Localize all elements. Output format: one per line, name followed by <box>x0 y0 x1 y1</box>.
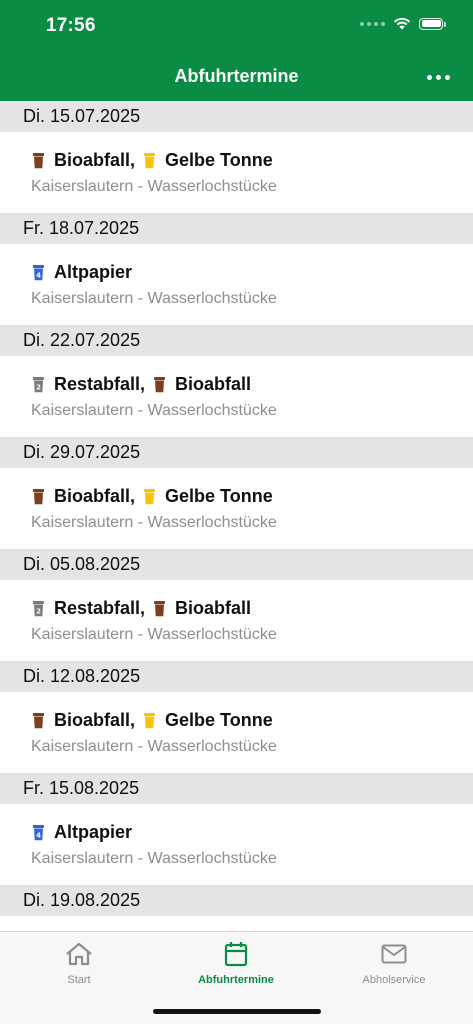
separator: , <box>130 150 136 170</box>
separator: , <box>130 486 136 506</box>
waste-types: Bioabfall, Gelbe Tonne <box>33 710 273 731</box>
app-header: 17:56 Abfuhrtermine <box>0 0 473 101</box>
waste-type-label: Bioabfall <box>54 486 131 506</box>
home-indicator <box>153 1009 321 1014</box>
gelbe-bin-icon <box>144 488 156 505</box>
waste-types: 2 Restabfall, Bioabfall <box>33 374 251 395</box>
date-header: Di. 15.07.2025 <box>0 101 473 132</box>
location-label: Kaiserslautern - Wasserlochstücke <box>31 178 277 195</box>
waste-type-label: Bioabfall <box>175 374 252 394</box>
location-label: Kaiserslautern - Wasserlochstücke <box>31 514 277 531</box>
location-label: Kaiserslautern - Wasserlochstücke <box>31 850 277 867</box>
gelbe-bin-icon <box>144 712 156 729</box>
papier-bin-icon: 4 <box>33 824 44 841</box>
waste-type-label: Altpapier <box>54 822 133 842</box>
status-time: 17:56 <box>46 15 96 36</box>
pickup-entry[interactable]: Bioabfall, Gelbe Tonne Kaiserslautern - Wa… <box>0 132 473 213</box>
wifi-icon <box>393 17 411 30</box>
cellular-signal-icon <box>360 21 385 26</box>
location-label: Kaiserslautern - Wasserlochstücke <box>31 626 277 643</box>
pickup-entry[interactable]: Bioabfall, Gelbe Tonne Kaiserslautern - Wa… <box>0 692 473 773</box>
waste-type-label: Bioabfall <box>54 150 131 170</box>
location-label: Kaiserslautern - Wasserlochstücke <box>31 738 277 755</box>
date-header: Di. 05.08.2025 <box>0 549 473 580</box>
separator: , <box>140 598 146 618</box>
date-header: Di. 22.07.2025 <box>0 325 473 356</box>
tab-abfuhrtermine[interactable]: Abfuhrtermine <box>166 940 306 986</box>
pickup-entry[interactable]: Bioabfall, Gelbe Tonne Kaiserslautern - Wa… <box>0 468 473 549</box>
pickup-entry[interactable]: 2 Restabfall, Bioabfall Kaiserslautern - Wa… <box>0 580 473 661</box>
waste-type-label: Gelbe Tonne <box>165 486 273 506</box>
waste-type-label: Bioabfall <box>54 710 131 730</box>
mail-icon <box>324 940 464 968</box>
date-header: Fr. 18.07.2025 <box>0 213 473 244</box>
pickup-entry[interactable]: 4 Altpapier Kaiserslautern - Wasserlochstü… <box>0 244 473 325</box>
pickup-entry[interactable]: 4 Altpapier Kaiserslautern - Wasserlochstü… <box>0 804 473 885</box>
waste-types: Bioabfall, Gelbe Tonne <box>33 150 273 171</box>
waste-type-label: Altpapier <box>54 262 133 282</box>
status-icons <box>360 17 446 30</box>
svg-text:4: 4 <box>36 831 41 839</box>
waste-type-label: Gelbe Tonne <box>165 710 273 730</box>
svg-text:2: 2 <box>36 383 41 391</box>
tab-abholservice[interactable]: Abholservice <box>324 940 464 986</box>
separator: , <box>140 374 146 394</box>
bio-bin-icon <box>154 600 166 617</box>
calendar-icon <box>166 940 306 968</box>
more-options-button[interactable] <box>423 68 453 86</box>
location-label: Kaiserslautern - Wasserlochstücke <box>31 402 277 419</box>
battery-icon <box>419 17 446 30</box>
rest-bin-icon: 2 <box>33 376 44 393</box>
location-label: Kaiserslautern - Wasserlochstücke <box>31 290 277 307</box>
bio-bin-icon <box>33 488 44 505</box>
waste-types: 4 Altpapier <box>33 262 132 283</box>
bio-bin-icon <box>33 152 44 169</box>
svg-text:4: 4 <box>36 271 41 279</box>
home-icon <box>9 940 149 968</box>
waste-type-label: Restabfall <box>54 374 141 394</box>
waste-type-label: Bioabfall <box>175 598 252 618</box>
tab-label: Start <box>67 974 91 986</box>
papier-bin-icon: 4 <box>33 264 44 281</box>
tab-label: Abholservice <box>362 974 426 986</box>
tab-start[interactable]: Start <box>9 940 149 986</box>
waste-type-label: Restabfall <box>54 598 141 618</box>
rest-bin-icon: 2 <box>33 600 44 617</box>
date-header: Fr. 15.08.2025 <box>0 773 473 804</box>
bio-bin-icon <box>154 376 166 393</box>
pickup-entry[interactable]: 2 Restabfall, Bioabfall Kaiserslautern - Wa… <box>0 356 473 437</box>
date-header: Di. 12.08.2025 <box>0 661 473 692</box>
page-title: Abfuhrtermine <box>174 66 299 86</box>
tab-label: Abfuhrtermine <box>198 974 274 986</box>
waste-types: Bioabfall, Gelbe Tonne <box>33 486 273 507</box>
date-header: Di. 19.08.2025 <box>0 885 473 916</box>
svg-text:2: 2 <box>36 607 41 615</box>
separator: , <box>130 710 136 730</box>
bio-bin-icon <box>33 712 44 729</box>
date-header: Di. 29.07.2025 <box>0 437 473 468</box>
waste-type-label: Gelbe Tonne <box>165 150 273 170</box>
pickup-list[interactable]: Di. 15.07.2025 Bioabfall, Gelbe Tonne Kaise… <box>0 101 473 916</box>
waste-types: 2 Restabfall, Bioabfall <box>33 598 251 619</box>
waste-types: 4 Altpapier <box>33 822 132 843</box>
gelbe-bin-icon <box>144 152 156 169</box>
